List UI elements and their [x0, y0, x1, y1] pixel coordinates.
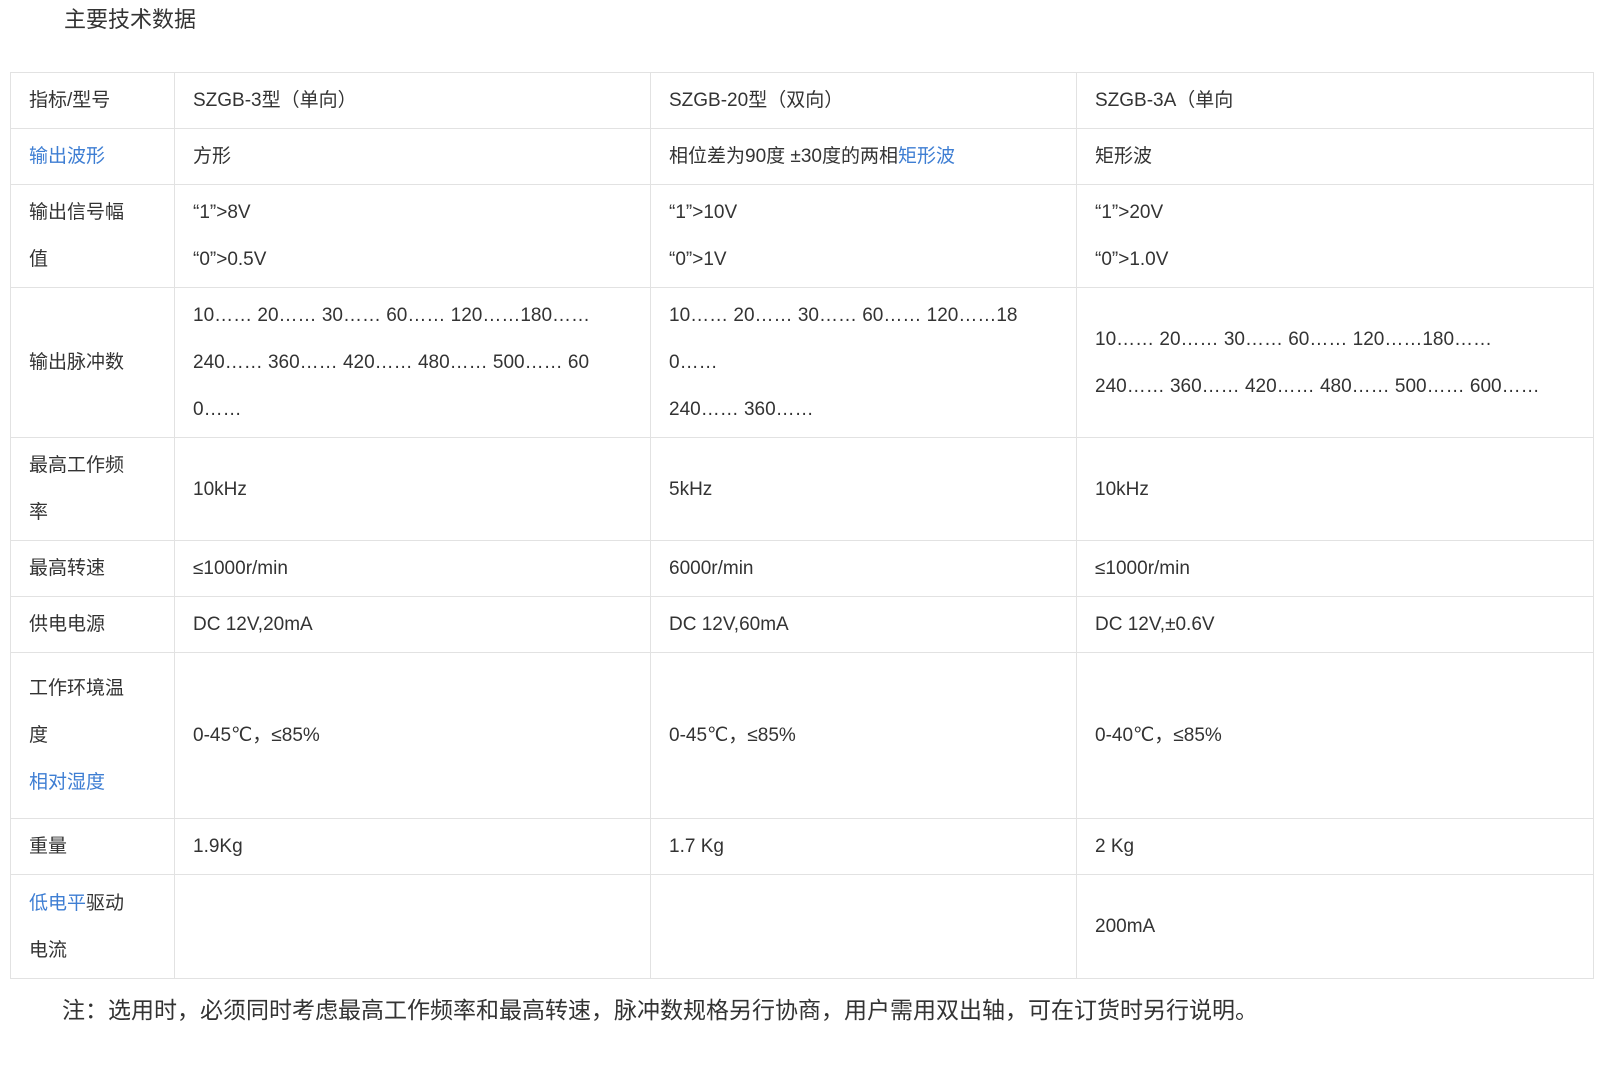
- cell-drive-current-szgb3: [175, 875, 651, 979]
- cell-pulses-szgb3: 10…… 20…… 30…… 60…… 120……180…… 240…… 360…: [175, 288, 651, 438]
- pulses-szgb3-line2: 240…… 360…… 420…… 480…… 500…… 600……: [193, 339, 632, 433]
- environment-label-temp: 工作环境温度: [29, 665, 140, 759]
- amplitude-szgb3a-line2: “0”>1.0V: [1095, 236, 1575, 283]
- waveform-szgb20-text: 相位差为90度 ±30度的两相: [669, 146, 898, 167]
- pulses-szgb3a-line2: 240…… 360…… 420…… 480…… 500…… 600……: [1095, 363, 1575, 410]
- row-label-drive-current: 低电平驱动电流: [11, 875, 175, 979]
- cell-drive-current-szgb20: [651, 875, 1077, 979]
- cell-amplitude-szgb3: “1”>8V “0”>0.5V: [175, 185, 651, 288]
- row-waveform: 输出波形 方形 相位差为90度 ±30度的两相矩形波 矩形波: [11, 129, 1594, 185]
- pulses-szgb3-line1: 10…… 20…… 30…… 60…… 120……180……: [193, 292, 632, 339]
- cell-max-speed-szgb3a: ≤1000r/min: [1077, 541, 1594, 597]
- header-row: 指标/型号 SZGB-3型（单向） SZGB-20型（双向） SZGB-3A（单…: [11, 73, 1594, 129]
- cell-environment-szgb3a: 0-40℃，≤85%: [1077, 653, 1594, 819]
- page: 主要技术数据 指标/型号 SZGB-3型（单向） SZGB-20型（双向） SZ…: [0, 0, 1605, 1083]
- cell-weight-szgb3a: 2 Kg: [1077, 819, 1594, 875]
- cell-max-frequency-szgb3: 10kHz: [175, 438, 651, 541]
- cell-max-speed-szgb20: 6000r/min: [651, 541, 1077, 597]
- cell-pulses-szgb3a: 10…… 20…… 30…… 60…… 120……180…… 240…… 360…: [1077, 288, 1594, 438]
- footnote: 注：选用时，必须同时考虑最高工作频率和最高转速，脉冲数规格另行协商，用户需用双出…: [62, 995, 1605, 1025]
- amplitude-szgb3-line1: “1”>8V: [193, 189, 632, 236]
- row-label-environment: 工作环境温度 相对湿度: [11, 653, 175, 819]
- cell-weight-szgb3: 1.9Kg: [175, 819, 651, 875]
- header-indicator-model: 指标/型号: [11, 73, 175, 129]
- environment-label-humidity-wrap: 相对湿度: [29, 759, 140, 806]
- cell-environment-szgb3: 0-45℃，≤85%: [175, 653, 651, 819]
- header-szgb3a: SZGB-3A（单向: [1077, 73, 1594, 129]
- row-power-supply: 供电电源 DC 12V,20mA DC 12V,60mA DC 12V,±0.6…: [11, 597, 1594, 653]
- row-weight: 重量 1.9Kg 1.7 Kg 2 Kg: [11, 819, 1594, 875]
- row-drive-current: 低电平驱动电流 200mA: [11, 875, 1594, 979]
- row-label-max-speed: 最高转速: [11, 541, 175, 597]
- row-max-frequency: 最高工作频率 10kHz 5kHz 10kHz: [11, 438, 1594, 541]
- amplitude-szgb3a-line1: “1”>20V: [1095, 189, 1575, 236]
- cell-amplitude-szgb3a: “1”>20V “0”>1.0V: [1077, 185, 1594, 288]
- amplitude-szgb3-line2: “0”>0.5V: [193, 236, 632, 283]
- cell-environment-szgb20: 0-45℃，≤85%: [651, 653, 1077, 819]
- cell-max-speed-szgb3: ≤1000r/min: [175, 541, 651, 597]
- link-low-level[interactable]: 低电平: [29, 893, 86, 914]
- row-label-power-supply: 供电电源: [11, 597, 175, 653]
- row-pulses: 输出脉冲数 10…… 20…… 30…… 60…… 120……180…… 240…: [11, 288, 1594, 438]
- page-title: 主要技术数据: [0, 0, 1605, 34]
- row-label-waveform: 输出波形: [11, 129, 175, 185]
- cell-max-frequency-szgb20: 5kHz: [651, 438, 1077, 541]
- cell-weight-szgb20: 1.7 Kg: [651, 819, 1077, 875]
- header-szgb3: SZGB-3型（单向）: [175, 73, 651, 129]
- row-max-speed: 最高转速 ≤1000r/min 6000r/min ≤1000r/min: [11, 541, 1594, 597]
- pulses-szgb20-line1: 10…… 20…… 30…… 60…… 120……180……: [669, 292, 1058, 386]
- cell-waveform-szgb3: 方形: [175, 129, 651, 185]
- row-label-amplitude: 输出信号幅值: [11, 185, 175, 288]
- amplitude-szgb20-line2: “0”>1V: [669, 236, 1058, 283]
- cell-amplitude-szgb20: “1”>10V “0”>1V: [651, 185, 1077, 288]
- cell-waveform-szgb3a: 矩形波: [1077, 129, 1594, 185]
- link-relative-humidity[interactable]: 相对湿度: [29, 772, 105, 793]
- cell-power-supply-szgb20: DC 12V,60mA: [651, 597, 1077, 653]
- cell-drive-current-szgb3a: 200mA: [1077, 875, 1594, 979]
- cell-pulses-szgb20: 10…… 20…… 30…… 60…… 120……180…… 240…… 360…: [651, 288, 1077, 438]
- spec-table: 指标/型号 SZGB-3型（单向） SZGB-20型（双向） SZGB-3A（单…: [10, 72, 1594, 979]
- cell-power-supply-szgb3: DC 12V,20mA: [175, 597, 651, 653]
- link-output-waveform[interactable]: 输出波形: [29, 146, 105, 167]
- row-environment: 工作环境温度 相对湿度 0-45℃，≤85% 0-45℃，≤85% 0-40℃，…: [11, 653, 1594, 819]
- row-label-max-frequency: 最高工作频率: [11, 438, 175, 541]
- pulses-szgb3a-line1: 10…… 20…… 30…… 60…… 120……180……: [1095, 316, 1575, 363]
- header-szgb20: SZGB-20型（双向）: [651, 73, 1077, 129]
- cell-waveform-szgb20: 相位差为90度 ±30度的两相矩形波: [651, 129, 1077, 185]
- link-rect-wave[interactable]: 矩形波: [898, 146, 955, 167]
- pulses-szgb20-line2: 240…… 360……: [669, 386, 1058, 433]
- row-label-weight: 重量: [11, 819, 175, 875]
- row-label-pulses: 输出脉冲数: [11, 288, 175, 438]
- amplitude-szgb20-line1: “1”>10V: [669, 189, 1058, 236]
- cell-power-supply-szgb3a: DC 12V,±0.6V: [1077, 597, 1594, 653]
- row-amplitude: 输出信号幅值 “1”>8V “0”>0.5V “1”>10V “0”>1V “1…: [11, 185, 1594, 288]
- cell-max-frequency-szgb3a: 10kHz: [1077, 438, 1594, 541]
